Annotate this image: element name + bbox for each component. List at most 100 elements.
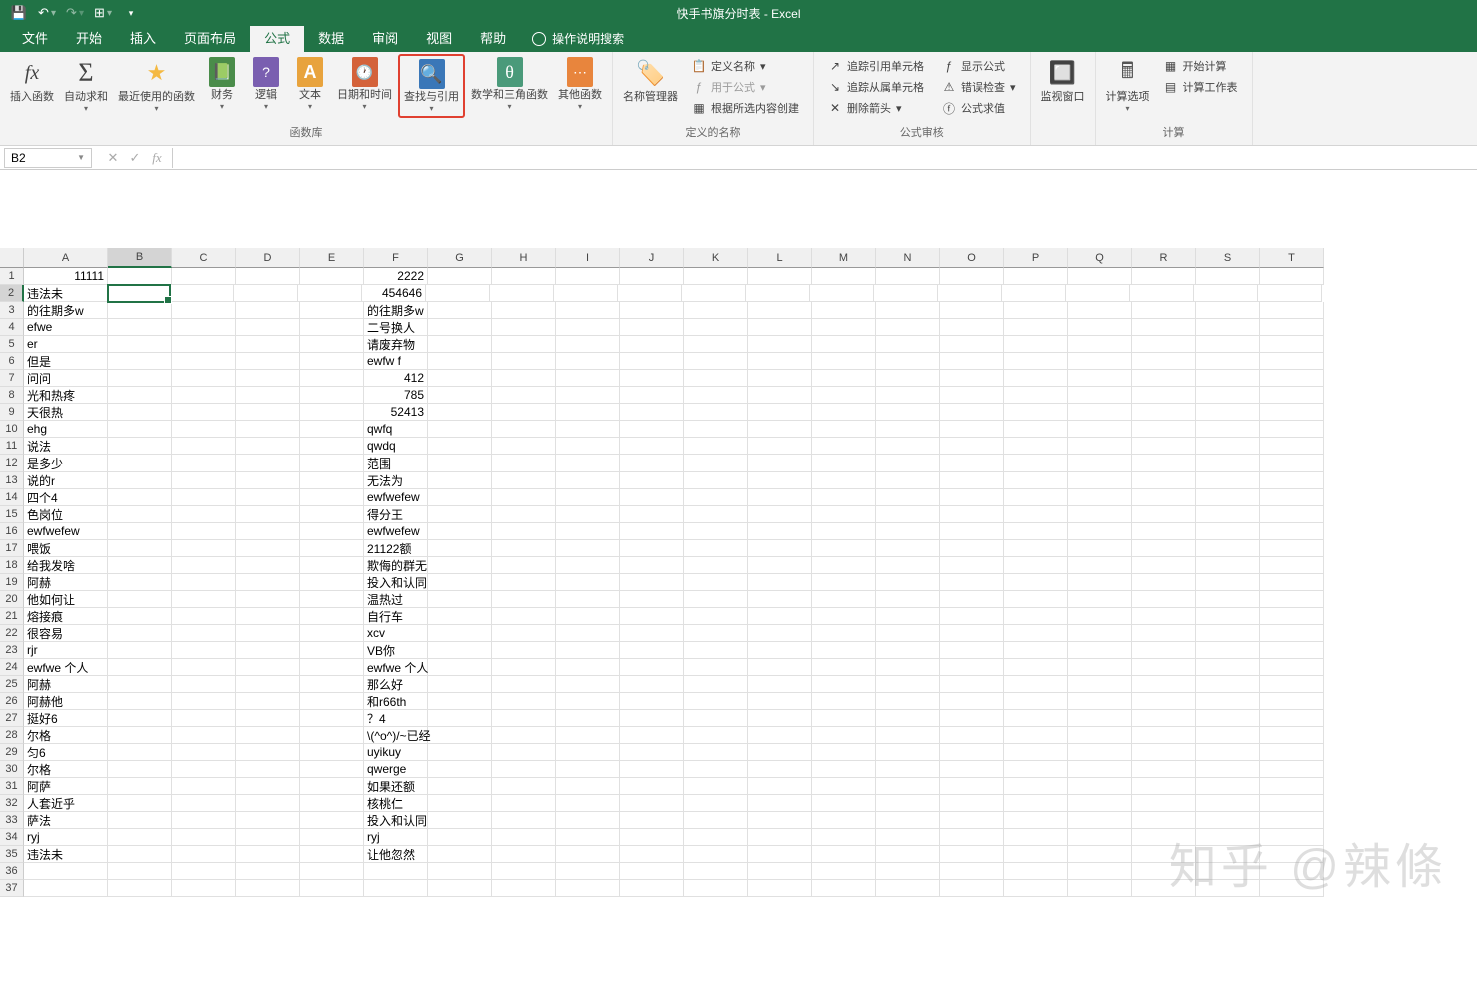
cell-R7[interactable] (1132, 370, 1196, 387)
column-header-C[interactable]: C (172, 248, 236, 268)
cell-F12[interactable]: 范围 (364, 455, 428, 472)
cell-M1[interactable] (812, 268, 876, 285)
cell-E12[interactable] (300, 455, 364, 472)
cell-A27[interactable]: 挺好6 (24, 710, 108, 727)
cell-L28[interactable] (748, 727, 812, 744)
cell-B4[interactable] (108, 319, 172, 336)
row-header-20[interactable]: 20 (0, 591, 24, 608)
cell-T25[interactable] (1260, 676, 1324, 693)
cell-R18[interactable] (1132, 557, 1196, 574)
cell-L14[interactable] (748, 489, 812, 506)
row-header-21[interactable]: 21 (0, 608, 24, 625)
cell-S34[interactable] (1196, 829, 1260, 846)
autosum-button[interactable]: Σ 自动求和 ▾ (60, 54, 112, 116)
cell-J12[interactable] (620, 455, 684, 472)
tab-data[interactable]: 数据 (304, 23, 358, 52)
cell-B15[interactable] (108, 506, 172, 523)
cell-M25[interactable] (812, 676, 876, 693)
cell-J31[interactable] (620, 778, 684, 795)
cell-O32[interactable] (940, 795, 1004, 812)
cell-C25[interactable] (172, 676, 236, 693)
cell-Q26[interactable] (1068, 693, 1132, 710)
cell-C31[interactable] (172, 778, 236, 795)
cell-S10[interactable] (1196, 421, 1260, 438)
cell-D11[interactable] (236, 438, 300, 455)
cell-P9[interactable] (1004, 404, 1068, 421)
cell-Q30[interactable] (1068, 761, 1132, 778)
cell-G4[interactable] (428, 319, 492, 336)
cell-B28[interactable] (108, 727, 172, 744)
cell-E25[interactable] (300, 676, 364, 693)
cell-R24[interactable] (1132, 659, 1196, 676)
select-all-corner[interactable] (0, 248, 24, 268)
cell-T23[interactable] (1260, 642, 1324, 659)
cell-Q23[interactable] (1068, 642, 1132, 659)
cell-I9[interactable] (556, 404, 620, 421)
cell-M20[interactable] (812, 591, 876, 608)
cell-R21[interactable] (1132, 608, 1196, 625)
cell-Q29[interactable] (1068, 744, 1132, 761)
cell-P30[interactable] (1004, 761, 1068, 778)
cell-D18[interactable] (236, 557, 300, 574)
cell-S13[interactable] (1196, 472, 1260, 489)
cell-A22[interactable]: 很容易 (24, 625, 108, 642)
cell-C4[interactable] (172, 319, 236, 336)
cell-B22[interactable] (108, 625, 172, 642)
cell-H14[interactable] (492, 489, 556, 506)
row-header-5[interactable]: 5 (0, 336, 24, 353)
cell-J3[interactable] (620, 302, 684, 319)
cell-Q25[interactable] (1068, 676, 1132, 693)
cell-F6[interactable]: ewfw f (364, 353, 428, 370)
cell-P12[interactable] (1004, 455, 1068, 472)
cell-S4[interactable] (1196, 319, 1260, 336)
cell-N34[interactable] (876, 829, 940, 846)
column-header-B[interactable]: B (108, 248, 172, 268)
row-header-17[interactable]: 17 (0, 540, 24, 557)
cell-R15[interactable] (1132, 506, 1196, 523)
cell-I15[interactable] (556, 506, 620, 523)
row-header-10[interactable]: 10 (0, 421, 24, 438)
cell-F37[interactable] (364, 880, 428, 897)
cell-C8[interactable] (172, 387, 236, 404)
cell-N30[interactable] (876, 761, 940, 778)
cell-Q13[interactable] (1068, 472, 1132, 489)
cell-N8[interactable] (876, 387, 940, 404)
cell-K6[interactable] (684, 353, 748, 370)
cell-N23[interactable] (876, 642, 940, 659)
cell-P7[interactable] (1004, 370, 1068, 387)
cell-B1[interactable] (108, 268, 172, 285)
cell-J36[interactable] (620, 863, 684, 880)
cell-D4[interactable] (236, 319, 300, 336)
cell-T30[interactable] (1260, 761, 1324, 778)
cell-M26[interactable] (812, 693, 876, 710)
cell-H27[interactable] (492, 710, 556, 727)
cell-T21[interactable] (1260, 608, 1324, 625)
cell-M37[interactable] (812, 880, 876, 897)
cell-G9[interactable] (428, 404, 492, 421)
cell-G27[interactable] (428, 710, 492, 727)
cell-K33[interactable] (684, 812, 748, 829)
cell-G36[interactable] (428, 863, 492, 880)
cell-P34[interactable] (1004, 829, 1068, 846)
cell-Q11[interactable] (1068, 438, 1132, 455)
cell-C2[interactable] (170, 285, 234, 302)
column-header-T[interactable]: T (1260, 248, 1324, 268)
cell-D33[interactable] (236, 812, 300, 829)
row-header-36[interactable]: 36 (0, 863, 24, 880)
cell-K18[interactable] (684, 557, 748, 574)
cell-D9[interactable] (236, 404, 300, 421)
trace-precedents-button[interactable]: ↗追踪引用单元格 (822, 56, 930, 76)
cell-O7[interactable] (940, 370, 1004, 387)
cell-K13[interactable] (684, 472, 748, 489)
cell-G32[interactable] (428, 795, 492, 812)
cell-L32[interactable] (748, 795, 812, 812)
cell-K7[interactable] (684, 370, 748, 387)
cell-E4[interactable] (300, 319, 364, 336)
cell-O15[interactable] (940, 506, 1004, 523)
cell-A11[interactable]: 说法 (24, 438, 108, 455)
row-header-12[interactable]: 12 (0, 455, 24, 472)
cell-N19[interactable] (876, 574, 940, 591)
cell-K12[interactable] (684, 455, 748, 472)
cell-M33[interactable] (812, 812, 876, 829)
cell-J6[interactable] (620, 353, 684, 370)
